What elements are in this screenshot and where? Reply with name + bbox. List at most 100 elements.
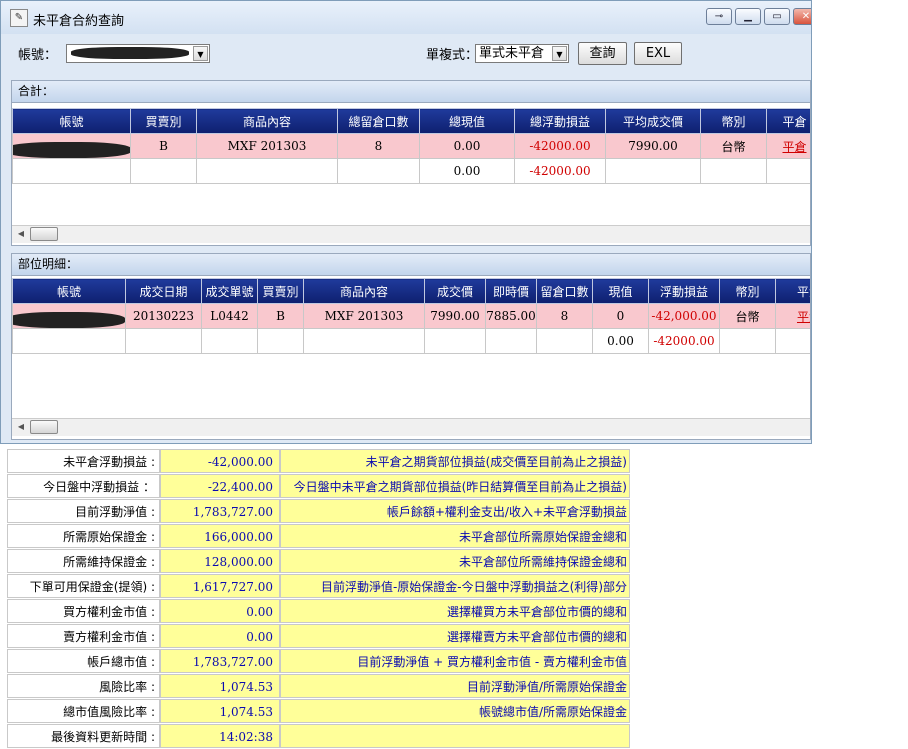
summary-row: 目前浮動淨值 : 1,783,727.00 帳戶餘額+權利金支出/收入+未平倉浮… [7, 499, 630, 523]
account-cell [12, 133, 131, 159]
col-header-open-lots[interactable]: 留倉口數 [536, 278, 593, 304]
col-header-avg-price[interactable]: 平均成交價 [605, 108, 701, 134]
summary-row: 帳戶總市值 : 1,783,727.00 目前浮動淨值 + 買方權利金市值 - … [7, 649, 630, 673]
currency-cell [719, 328, 776, 354]
avg-price-cell: 7990.00 [605, 133, 701, 159]
summary-row: 所需原始保證金 : 166,000.00 未平倉部位所需原始保證金總和 [7, 524, 630, 548]
col-header-close[interactable]: 平倉 [775, 278, 810, 304]
table-row[interactable]: 20130223 L0442 B MXF 201303 7990.00 7885… [12, 303, 810, 329]
col-header-total-value[interactable]: 總現值 [419, 108, 515, 134]
summary-value: 1,783,727.00 [160, 649, 280, 673]
redacted-mark [13, 312, 125, 328]
query-window: ✎ 未平倉合約查詢 ⊸ ▁ ▭ ✕ 帳號： ▼ 單複式： 單式未平倉 ▼ 查詢 … [0, 0, 812, 444]
col-header-total-pnl[interactable]: 總浮動損益 [514, 108, 606, 134]
open-lots-cell: 8 [536, 303, 593, 329]
mode-select-value: 單式未平倉 [479, 46, 545, 61]
col-header-currency[interactable]: 幣別 [700, 108, 767, 134]
col-header-side[interactable]: 買賣別 [257, 278, 304, 304]
scroll-thumb[interactable] [30, 227, 58, 241]
col-header-currency[interactable]: 幣別 [719, 278, 776, 304]
product-cell [303, 328, 425, 354]
col-header-side[interactable]: 買賣別 [130, 108, 197, 134]
col-header-close[interactable]: 平倉 [766, 108, 810, 134]
col-header-pnl[interactable]: 浮動損益 [648, 278, 720, 304]
summary-row: 下單可用保證金(提領) : 1,617,727.00 目前浮動淨值-原始保證金-… [7, 574, 630, 598]
summary-value: 0.00 [160, 599, 280, 623]
summary-row: 所需維持保證金 : 128,000.00 未平倉部位所需維持保證金總和 [7, 549, 630, 573]
summary-row: 最後資料更新時間 : 14:02:38 [7, 724, 630, 748]
chevron-down-icon[interactable]: ▼ [552, 46, 567, 61]
account-select[interactable]: ▼ [66, 44, 210, 63]
window-title: 未平倉合約查詢 [33, 14, 125, 29]
title-bar[interactable]: ✎ 未平倉合約查詢 ⊸ ▁ ▭ ✕ [1, 1, 811, 34]
col-header-live-price[interactable]: 即時價 [485, 278, 537, 304]
summary-description: 選擇權賣方未平倉部位市價的總和 [280, 624, 630, 648]
summary-description: 目前浮動淨值-原始保證金-今日盤中浮動損益之(利得)部分 [280, 574, 630, 598]
side-cell: B [130, 133, 197, 159]
order-no-cell [201, 328, 258, 354]
close-position-cell [775, 328, 810, 354]
col-header-product[interactable]: 商品內容 [303, 278, 425, 304]
scroll-left-icon[interactable]: ◀ [14, 227, 28, 241]
total-panel-title: 合計： [12, 81, 810, 103]
summary-value: -22,400.00 [160, 474, 280, 498]
col-header-value[interactable]: 現值 [592, 278, 649, 304]
summary-value: 128,000.00 [160, 549, 280, 573]
col-header-account[interactable]: 帳號 [12, 108, 131, 134]
summary-value: 1,074.53 [160, 699, 280, 723]
side-cell [257, 328, 304, 354]
col-header-order-no[interactable]: 成交單號 [201, 278, 258, 304]
summary-label: 今日盤中浮動損益 ： [7, 474, 160, 498]
summary-value: -42,000.00 [160, 449, 280, 473]
open-lots-cell [536, 328, 593, 354]
mode-select[interactable]: 單式未平倉 ▼ [475, 44, 569, 63]
close-position-link[interactable]: 平倉 [782, 140, 806, 154]
query-button[interactable]: 查詢 [578, 42, 627, 65]
avg-price-cell [605, 158, 701, 184]
col-header-product[interactable]: 商品內容 [196, 108, 338, 134]
order-no-cell: L0442 [201, 303, 258, 329]
scroll-left-icon[interactable]: ◀ [14, 420, 28, 434]
table-row[interactable]: 0.00 -42000.00 [12, 158, 810, 184]
summary-label: 目前浮動淨值 : [7, 499, 160, 523]
value-cell: 0.00 [419, 133, 515, 159]
summary-row: 賣方權利金市值 : 0.00 選擇權賣方未平倉部位市價的總和 [7, 624, 630, 648]
summary-description [280, 724, 630, 748]
close-position-link[interactable]: 平倉 [797, 310, 810, 324]
account-cell [12, 303, 126, 329]
close-button[interactable]: ✕ [793, 8, 811, 25]
table-row[interactable]: B MXF 201303 8 0.00 -42000.00 7990.00 台幣… [12, 133, 810, 159]
chevron-down-icon[interactable]: ▼ [193, 46, 208, 61]
detail-horizontal-scrollbar[interactable]: ◀ [12, 418, 810, 436]
total-panel: 合計： 帳號 買賣別 商品內容 總留倉口數 總現值 總浮動損益 平均成交價 幣別… [11, 80, 811, 246]
live-price-cell [485, 328, 537, 354]
currency-cell [700, 158, 767, 184]
summary-row: 總市值風險比率 : 1,074.53 帳號總市值/所需原始保證金 [7, 699, 630, 723]
col-header-trade-price[interactable]: 成交價 [424, 278, 486, 304]
total-horizontal-scrollbar[interactable]: ◀ [12, 225, 810, 243]
col-header-total-lots[interactable]: 總留倉口數 [337, 108, 420, 134]
export-exl-button[interactable]: EXL [634, 42, 682, 65]
summary-label: 帳戶總市值 : [7, 649, 160, 673]
maximize-button[interactable]: ▭ [764, 8, 790, 25]
app-icon: ✎ [10, 9, 28, 27]
pin-icon[interactable]: ⊸ [706, 8, 732, 25]
col-header-trade-date[interactable]: 成交日期 [125, 278, 202, 304]
table-row[interactable]: 0.00 -42000.00 [12, 328, 810, 354]
currency-cell: 台幣 [700, 133, 767, 159]
summary-label: 最後資料更新時間 : [7, 724, 160, 748]
summary-label: 賣方權利金市值 : [7, 624, 160, 648]
close-position-cell [766, 158, 810, 184]
product-cell: MXF 201303 [303, 303, 425, 329]
close-position-cell: 平倉 [766, 133, 810, 159]
live-price-cell: 7885.00 [485, 303, 537, 329]
scroll-thumb[interactable] [30, 420, 58, 434]
detail-table: 帳號 成交日期 成交單號 買賣別 商品內容 成交價 即時價 留倉口數 現值 浮動… [12, 278, 810, 354]
minimize-button[interactable]: ▁ [735, 8, 761, 25]
lots-cell: 8 [337, 133, 420, 159]
currency-cell: 台幣 [719, 303, 776, 329]
col-header-account[interactable]: 帳號 [12, 278, 126, 304]
pnl-cell: -42,000.00 [648, 303, 720, 329]
summary-value: 1,074.53 [160, 674, 280, 698]
close-position-cell: 平倉 [775, 303, 810, 329]
